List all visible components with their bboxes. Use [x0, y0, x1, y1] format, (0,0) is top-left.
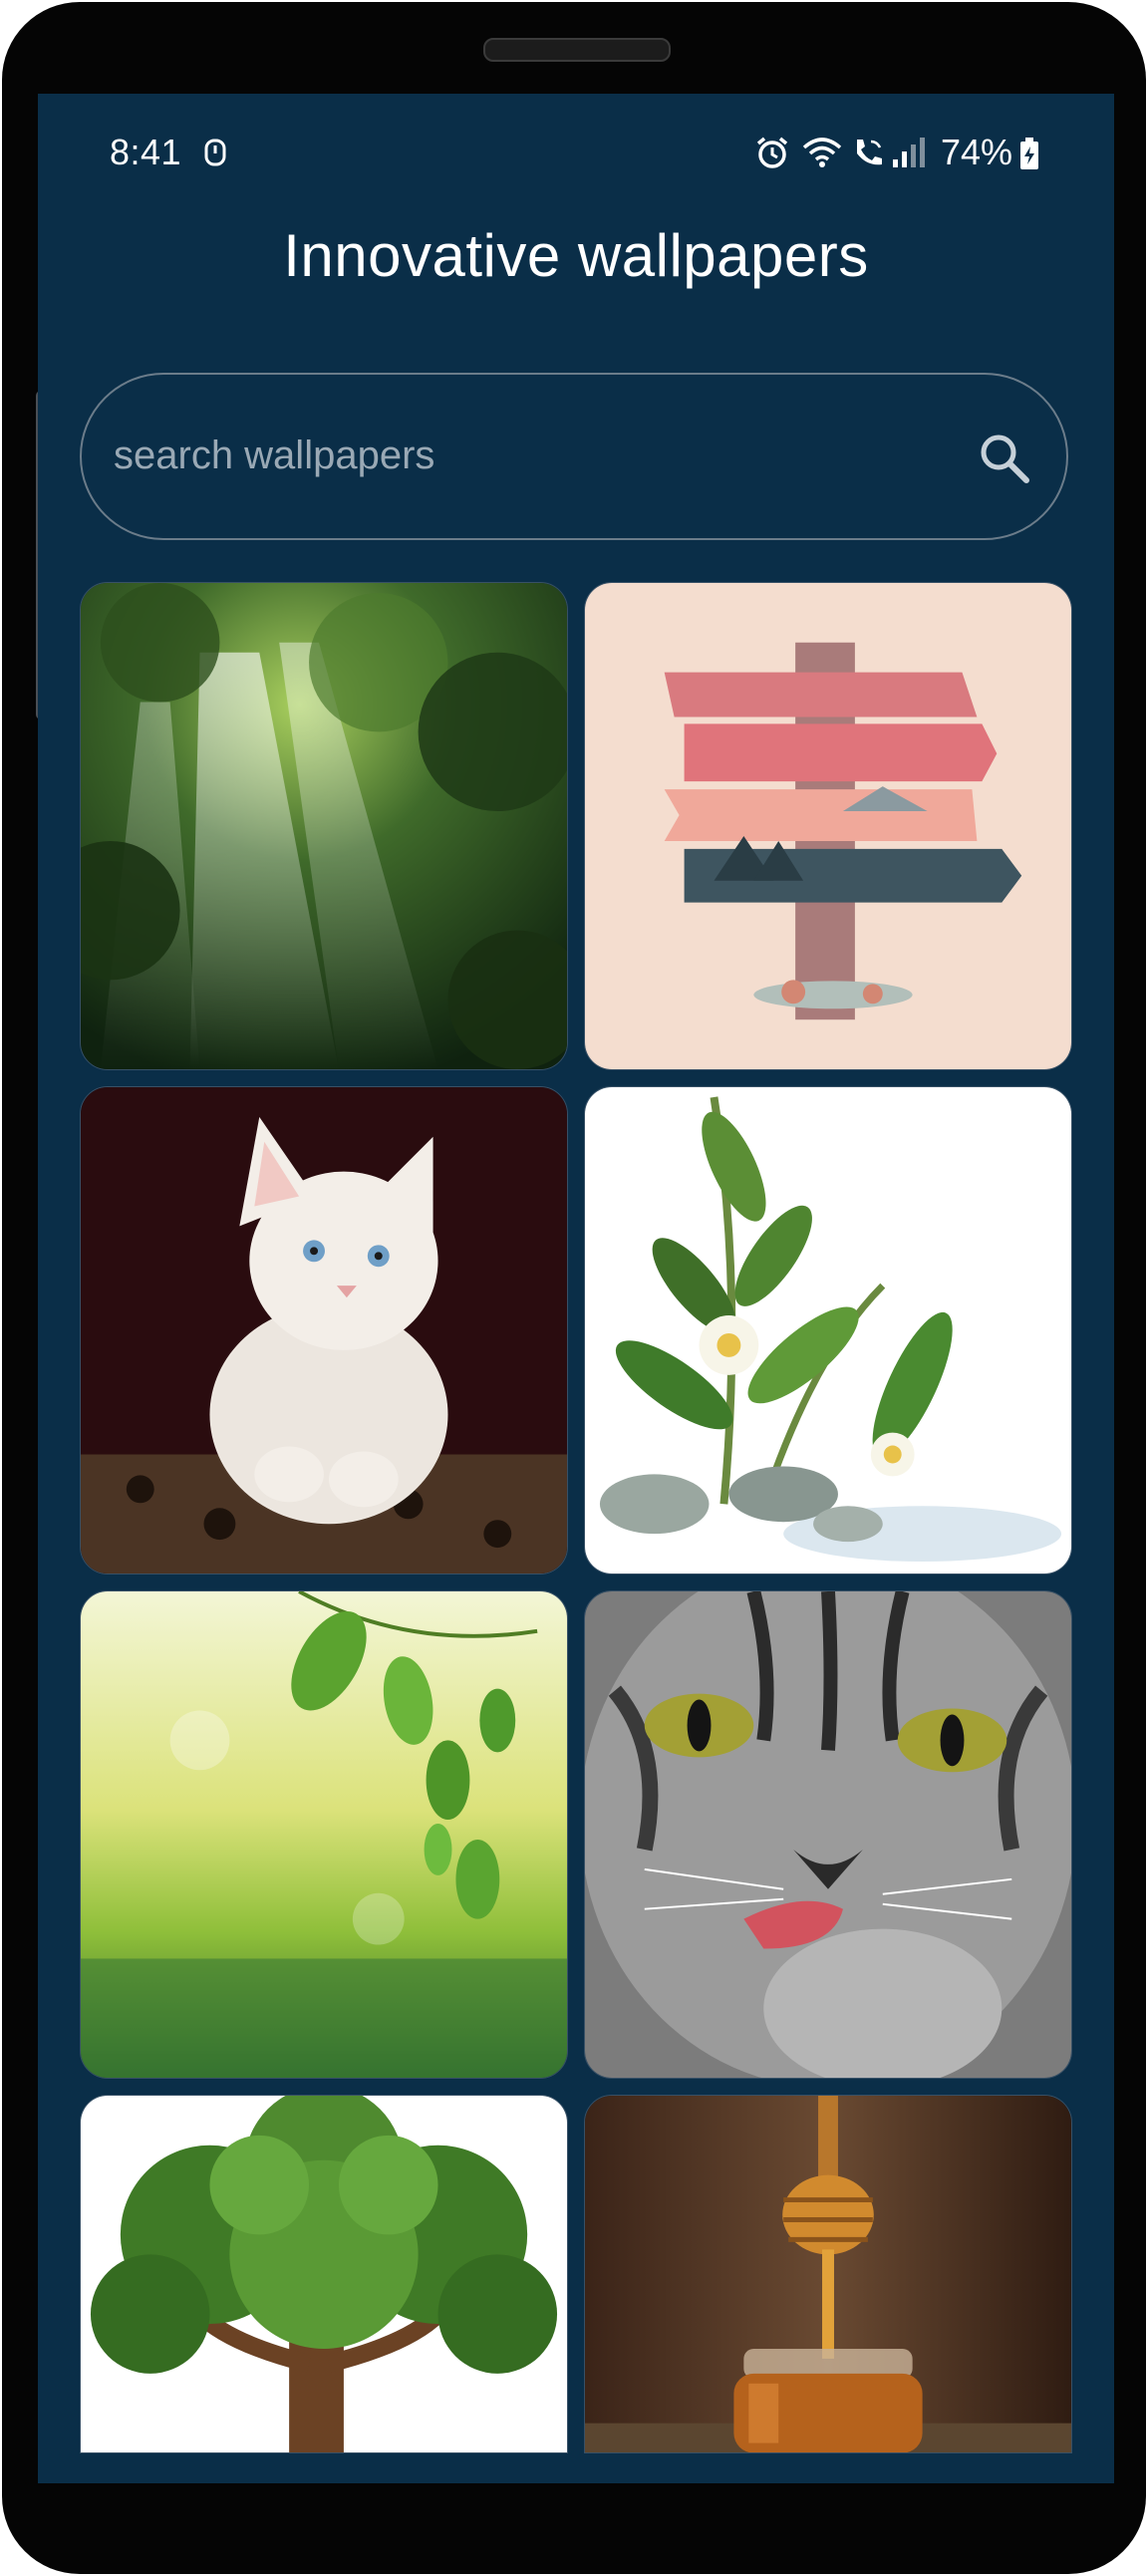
wallpaper-tile-honey[interactable]: [584, 2095, 1072, 2453]
wallpaper-tile-forest[interactable]: [80, 582, 568, 1070]
status-bar: 8:41 74%: [38, 94, 1114, 213]
green-leaves-water-image: [81, 1591, 567, 2078]
signpost-image: [585, 583, 1071, 1069]
honey-dipper-image: [585, 2096, 1071, 2452]
search-input[interactable]: [112, 419, 933, 492]
white-kitten-image: [81, 1087, 567, 1574]
wallpaper-tile-kitten[interactable]: [80, 1086, 568, 1574]
app-screen: 8:41 74% Innovative wallpapers search wa…: [38, 94, 1114, 2483]
battery-charging-icon: [1020, 138, 1038, 169]
wallpaper-tile-leaves[interactable]: [80, 1590, 568, 2079]
wallpaper-tile-flowers[interactable]: [584, 1086, 1072, 1574]
search-icon[interactable]: [977, 430, 1032, 486]
flowers-on-stones-image: [585, 1087, 1071, 1574]
battery-percent: 74%: [941, 132, 1013, 172]
phone-frame: 8:41 74% Innovative wallpapers search wa…: [2, 2, 1146, 2574]
wallpaper-tile-cat[interactable]: [584, 1590, 1072, 2079]
status-time: 8:41: [110, 132, 182, 172]
green-tree-image: [81, 2096, 567, 2452]
wifi-icon: [802, 138, 842, 167]
wallpaper-tile-tree[interactable]: [80, 2095, 568, 2453]
page-title: Innovative wallpapers: [283, 222, 869, 289]
usb-icon: [204, 139, 226, 166]
earpiece-speaker: [483, 38, 671, 62]
alarm-icon: [756, 137, 788, 168]
wallpaper-tile-signpost[interactable]: [584, 582, 1072, 1070]
wifi-calling-icon: [857, 140, 882, 165]
signal-icon: [893, 138, 925, 167]
forest-sunrays-image: [81, 583, 567, 1069]
tabby-cat-image: [585, 1591, 1071, 2078]
search-bar[interactable]: [80, 373, 1068, 540]
